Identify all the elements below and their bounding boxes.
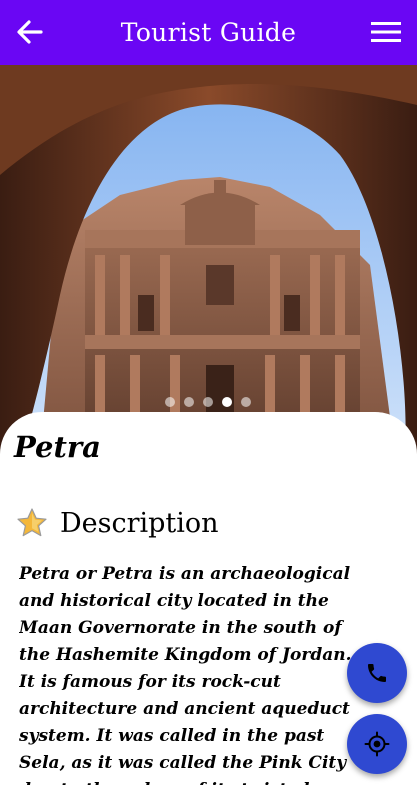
phone-icon xyxy=(368,664,386,682)
gps-location-icon xyxy=(364,731,390,757)
carousel-dot[interactable] xyxy=(165,397,175,407)
carousel-dot[interactable] xyxy=(203,397,213,407)
carousel-indicators xyxy=(165,397,251,407)
description-text: Petra or Petra is an archaeological and … xyxy=(19,564,352,785)
star-icon xyxy=(17,508,47,537)
carousel-dot-active[interactable] xyxy=(222,397,232,407)
carousel-dot[interactable] xyxy=(184,397,194,407)
app-bar: Tourist Guide xyxy=(0,0,417,65)
call-button[interactable] xyxy=(347,643,407,703)
hamburger-menu-icon[interactable] xyxy=(371,18,401,46)
carousel-dot[interactable] xyxy=(241,397,251,407)
location-button[interactable] xyxy=(347,714,407,774)
description-header: Description xyxy=(16,507,219,539)
place-title: Petra xyxy=(14,430,101,464)
description-heading: Description xyxy=(60,507,219,539)
back-arrow-icon[interactable] xyxy=(14,16,46,48)
app-title: Tourist Guide xyxy=(120,18,297,47)
